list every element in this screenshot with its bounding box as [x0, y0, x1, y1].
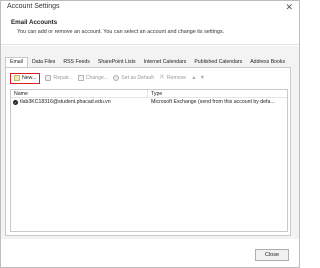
new-account-label: New...: [22, 75, 37, 81]
change-button[interactable]: Change...: [77, 73, 109, 83]
header-band: Email Accounts You can add or remove an …: [1, 15, 299, 45]
tab-strip: Email Data Files RSS Feeds SharePoint Li…: [5, 57, 289, 67]
set-default-button[interactable]: Set as Default: [113, 73, 154, 83]
default-account-check-icon: ✓: [13, 99, 18, 105]
change-label: Change...: [85, 75, 109, 81]
new-account-icon: [14, 75, 20, 81]
set-default-label: Set as Default: [121, 75, 154, 81]
tab-published-calendars[interactable]: Published Calendars: [190, 58, 246, 67]
set-default-icon: [113, 75, 120, 81]
section-description: You can add or remove an account. You ca…: [17, 29, 225, 35]
dialog-footer: Close: [1, 239, 299, 267]
tab-internet-calendars[interactable]: Internet Calendars: [140, 58, 191, 67]
remove-label: Remove: [166, 75, 187, 81]
tab-rss-feeds[interactable]: RSS Feeds: [59, 58, 94, 67]
tab-address-books[interactable]: Address Books: [246, 58, 289, 67]
move-down-icon[interactable]: ▼: [200, 75, 205, 81]
remove-button[interactable]: ✕ Remove: [159, 73, 186, 83]
account-settings-window: Account Settings ✕ Email Accounts You ca…: [0, 0, 300, 268]
change-icon: [77, 75, 84, 81]
remove-icon: ✕: [158, 74, 165, 81]
close-icon[interactable]: ✕: [285, 2, 293, 12]
column-header-type[interactable]: Type: [148, 90, 287, 97]
repair-icon: [45, 75, 52, 81]
email-tab-panel: New... Repair... Change... Set as Defaul…: [5, 67, 291, 236]
section-title: Email Accounts: [11, 19, 58, 26]
title-bar: Account Settings ✕: [1, 1, 299, 15]
tab-email[interactable]: Email: [5, 57, 28, 67]
close-button[interactable]: Close: [255, 249, 289, 261]
tab-data-files[interactable]: Data Files: [28, 58, 59, 67]
account-name-cell: ✓ tlab3KC18316@student.phacad.edu.vn: [11, 99, 148, 105]
account-row[interactable]: ✓ tlab3KC18316@student.phacad.edu.vn Mic…: [11, 98, 287, 106]
accounts-list: Name Type ✓ tlab3KC18316@student.phacad.…: [10, 89, 288, 232]
body-area: Email Data Files RSS Feeds SharePoint Li…: [1, 46, 299, 239]
account-name: tlab3KC18316@student.phacad.edu.vn: [20, 99, 111, 105]
column-header-name[interactable]: Name: [11, 90, 148, 97]
move-up-icon[interactable]: ▲: [191, 75, 196, 81]
account-type: Microsoft Exchange (send from this accou…: [151, 99, 275, 105]
new-account-button[interactable]: New...: [10, 72, 41, 84]
accounts-list-header: Name Type: [11, 90, 287, 98]
repair-button[interactable]: Repair...: [45, 73, 73, 83]
repair-label: Repair...: [53, 75, 73, 81]
window-title: Account Settings: [7, 3, 60, 10]
account-toolbar: New... Repair... Change... Set as Defaul…: [10, 72, 208, 84]
tab-sharepoint-lists[interactable]: SharePoint Lists: [94, 58, 140, 67]
